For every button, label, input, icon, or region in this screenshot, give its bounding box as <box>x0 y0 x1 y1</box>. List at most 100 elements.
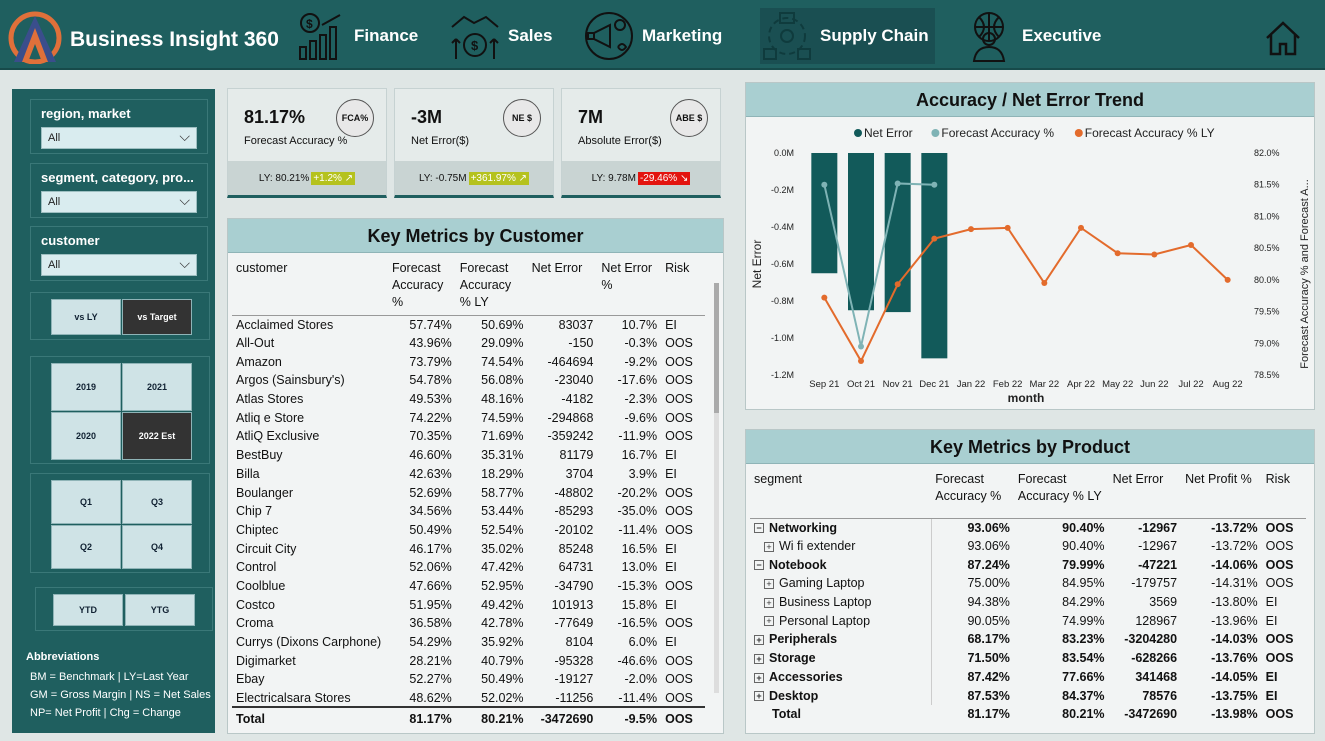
table-row[interactable]: AtliQ Exclusive 70.35% 71.69% -359242 -11.9%… <box>232 427 705 446</box>
column-header[interactable]: Forecast Accuracy % <box>931 470 1014 519</box>
table-row[interactable]: Electricalsara Stores 48.62% 52.02% -11256 -… <box>232 689 705 708</box>
nav-finance[interactable]: $ Finance <box>294 8 418 64</box>
column-header[interactable]: Risk <box>661 259 705 316</box>
forecast-accuracy-point <box>821 181 828 188</box>
home-icon[interactable] <box>1263 18 1303 58</box>
table-row[interactable]: Billa 42.63% 18.29% 3704 3.9% EI <box>232 465 705 484</box>
table-row[interactable]: − Networking 93.06% 90.40% -12967 -13.72% OOS <box>750 518 1306 537</box>
table-row[interactable]: BestBuy 46.60% 35.31% 81179 16.7% EI <box>232 446 705 465</box>
ytg-button[interactable]: YTG <box>125 594 195 626</box>
customer-table-scrollbar[interactable] <box>714 283 719 693</box>
table-row[interactable]: + Peripherals 68.17% 83.23% -3204280 -14.03% O… <box>750 630 1306 649</box>
vs-target-button[interactable]: vs Target <box>122 299 192 335</box>
expand-icon[interactable]: + <box>754 653 764 664</box>
x-tick-label: Jul 22 <box>1178 379 1203 390</box>
table-row[interactable]: Coolblue 47.66% 52.95% -34790 -15.3% OOS <box>232 577 705 596</box>
column-header[interactable]: Forecast Accuracy % LY <box>455 259 528 316</box>
segment-dropdown[interactable]: All <box>41 191 197 213</box>
nav-supply-chain[interactable]: Supply Chain <box>760 8 935 64</box>
table-row[interactable]: Acclaimed Stores 57.74% 50.69% 83037 10.7% EI <box>232 315 705 334</box>
table-cell: -13.72% <box>1211 520 1258 535</box>
table-row[interactable]: Chiptec 50.49% 52.54% -20102 -11.4% OOS <box>232 521 705 540</box>
expand-icon[interactable]: + <box>764 616 774 627</box>
table-cell: 74.59% <box>481 410 524 425</box>
y-tick-label: -0.6M <box>771 259 794 269</box>
q4-button[interactable]: Q4 <box>122 525 192 569</box>
year-2019-button[interactable]: 2019 <box>51 363 121 411</box>
segment-slicer[interactable]: segment, category, pro... All <box>30 163 208 218</box>
table-row[interactable]: Costco 51.95% 49.42% 101913 15.8% EI <box>232 595 705 614</box>
column-header[interactable]: Net Error % <box>597 259 662 316</box>
table-cell: 52.27% <box>409 672 452 687</box>
q1-button[interactable]: Q1 <box>51 480 121 524</box>
kpi-footer: LY: 80.21% +1.2% ↗ <box>228 161 386 195</box>
ytd-button[interactable]: YTD <box>53 594 123 626</box>
region-market-slicer[interactable]: region, market All <box>30 99 208 154</box>
table-row[interactable]: Croma 36.58% 42.78% -77649 -16.5% OOS <box>232 614 705 633</box>
table-row[interactable]: Amazon 73.79% 74.54% -464694 -9.2% OOS <box>232 352 705 371</box>
table-row[interactable]: Digimarket 28.21% 40.79% -95328 -46.6% OOS <box>232 651 705 670</box>
total-cell: Total <box>232 706 388 730</box>
expand-icon[interactable]: + <box>764 579 774 590</box>
column-header[interactable]: Risk <box>1261 470 1306 519</box>
year-2020-button[interactable]: 2020 <box>51 412 121 460</box>
column-header[interactable]: Net Profit % <box>1181 470 1262 519</box>
nav-executive[interactable]: Executive <box>962 8 1101 64</box>
table-row[interactable]: Currys (Dixons Carphone) 54.29% 35.92% 8104… <box>232 633 705 652</box>
expand-icon[interactable]: + <box>754 672 764 683</box>
column-header[interactable]: Net Error <box>1108 470 1182 519</box>
expand-icon[interactable]: + <box>754 691 764 702</box>
expand-icon[interactable]: + <box>764 597 774 608</box>
table-row[interactable]: Atliq e Store 74.22% 74.59% -294868 -9.6% OOS <box>232 408 705 427</box>
table-row[interactable]: Chip 7 34.56% 53.44% -85293 -35.0% OOS <box>232 502 705 521</box>
table-cell: OOS <box>665 373 693 388</box>
column-header[interactable]: Net Error <box>527 259 598 316</box>
vs-ly-button[interactable]: vs LY <box>51 299 121 335</box>
customer-slicer[interactable]: customer All <box>30 226 208 281</box>
column-header[interactable]: Forecast Accuracy % <box>387 259 456 316</box>
table-row[interactable]: + Accessories 87.42% 77.66% 341468 -14.05% EI <box>750 667 1306 687</box>
table-row[interactable]: + Storage 71.50% 83.54% -628266 -13.76% OOS <box>750 648 1306 668</box>
column-header[interactable]: Forecast Accuracy % LY <box>1013 470 1109 519</box>
year-2022-est-button[interactable]: 2022 Est <box>122 412 192 460</box>
table-row[interactable]: Boulanger 52.69% 58.77% -48802 -20.2% OOS <box>232 483 705 502</box>
collapse-icon[interactable]: − <box>754 523 764 534</box>
expand-icon[interactable]: + <box>754 635 764 646</box>
table-row[interactable]: Circuit City 46.17% 35.02% 85248 16.5% EI <box>232 539 705 558</box>
table-cell: 15.8% <box>621 597 658 612</box>
segment-label: Personal Laptop <box>779 613 871 628</box>
kpi-ly: LY: 80.21% <box>258 172 310 184</box>
q3-button[interactable]: Q3 <box>122 480 192 524</box>
table-row[interactable]: Atlas Stores 49.53% 48.16% -4182 -2.3% OOS <box>232 390 705 409</box>
table-row[interactable]: All-Out 43.96% 29.09% -150 -0.3% OOS <box>232 334 705 353</box>
table-row[interactable]: Ebay 52.27% 50.49% -19127 -2.0% OOS <box>232 670 705 689</box>
table-row[interactable]: + Business Laptop 94.38% 84.29% 3569 -13.80% E… <box>750 592 1306 612</box>
table-row[interactable]: Argos (Sainsbury's) 54.78% 56.08% -23040 -17… <box>232 371 705 390</box>
y-tick-label: -0.4M <box>771 222 794 232</box>
collapse-icon[interactable]: − <box>754 560 764 571</box>
table-row[interactable]: + Personal Laptop 90.05% 74.99% 128967 -13.96… <box>750 611 1306 631</box>
table-row[interactable]: + Gaming Laptop 75.00% 84.95% -179757 -14.31%… <box>750 574 1306 593</box>
table-cell: -19127 <box>554 672 594 687</box>
year-2021-button[interactable]: 2021 <box>122 363 192 411</box>
column-header[interactable]: customer <box>232 259 388 316</box>
q2-button[interactable]: Q2 <box>51 525 121 569</box>
scrollbar-thumb[interactable] <box>714 283 719 413</box>
table-row[interactable]: + Desktop 87.53% 84.37% 78576 -13.75% EI <box>750 686 1306 705</box>
customer-dropdown[interactable]: All <box>41 254 197 276</box>
table-row[interactable]: − Notebook 87.24% 79.99% -47221 -14.06% OOS <box>750 555 1306 575</box>
nav-marketing[interactable]: Marketing <box>582 8 722 64</box>
segment-label: segment, category, pro... <box>41 170 194 185</box>
region-market-dropdown[interactable]: All <box>41 127 197 149</box>
x-tick-label: Feb 22 <box>993 379 1023 390</box>
nav-sales[interactable]: $ Sales <box>448 8 552 64</box>
expand-icon[interactable]: + <box>764 541 774 552</box>
table-row[interactable]: + Wi fi extender 93.06% 90.40% -12967 -13.72%… <box>750 536 1306 556</box>
table-cell: 90.40% <box>1062 539 1105 554</box>
table-cell: 10.7% <box>621 317 658 332</box>
column-header[interactable]: segment <box>750 470 932 519</box>
table-cell: 47.42% <box>481 560 524 575</box>
table-cell: Croma <box>236 616 274 631</box>
table-row[interactable]: Control 52.06% 47.42% 64731 13.0% EI <box>232 558 705 577</box>
table-cell: OOS <box>665 392 693 407</box>
